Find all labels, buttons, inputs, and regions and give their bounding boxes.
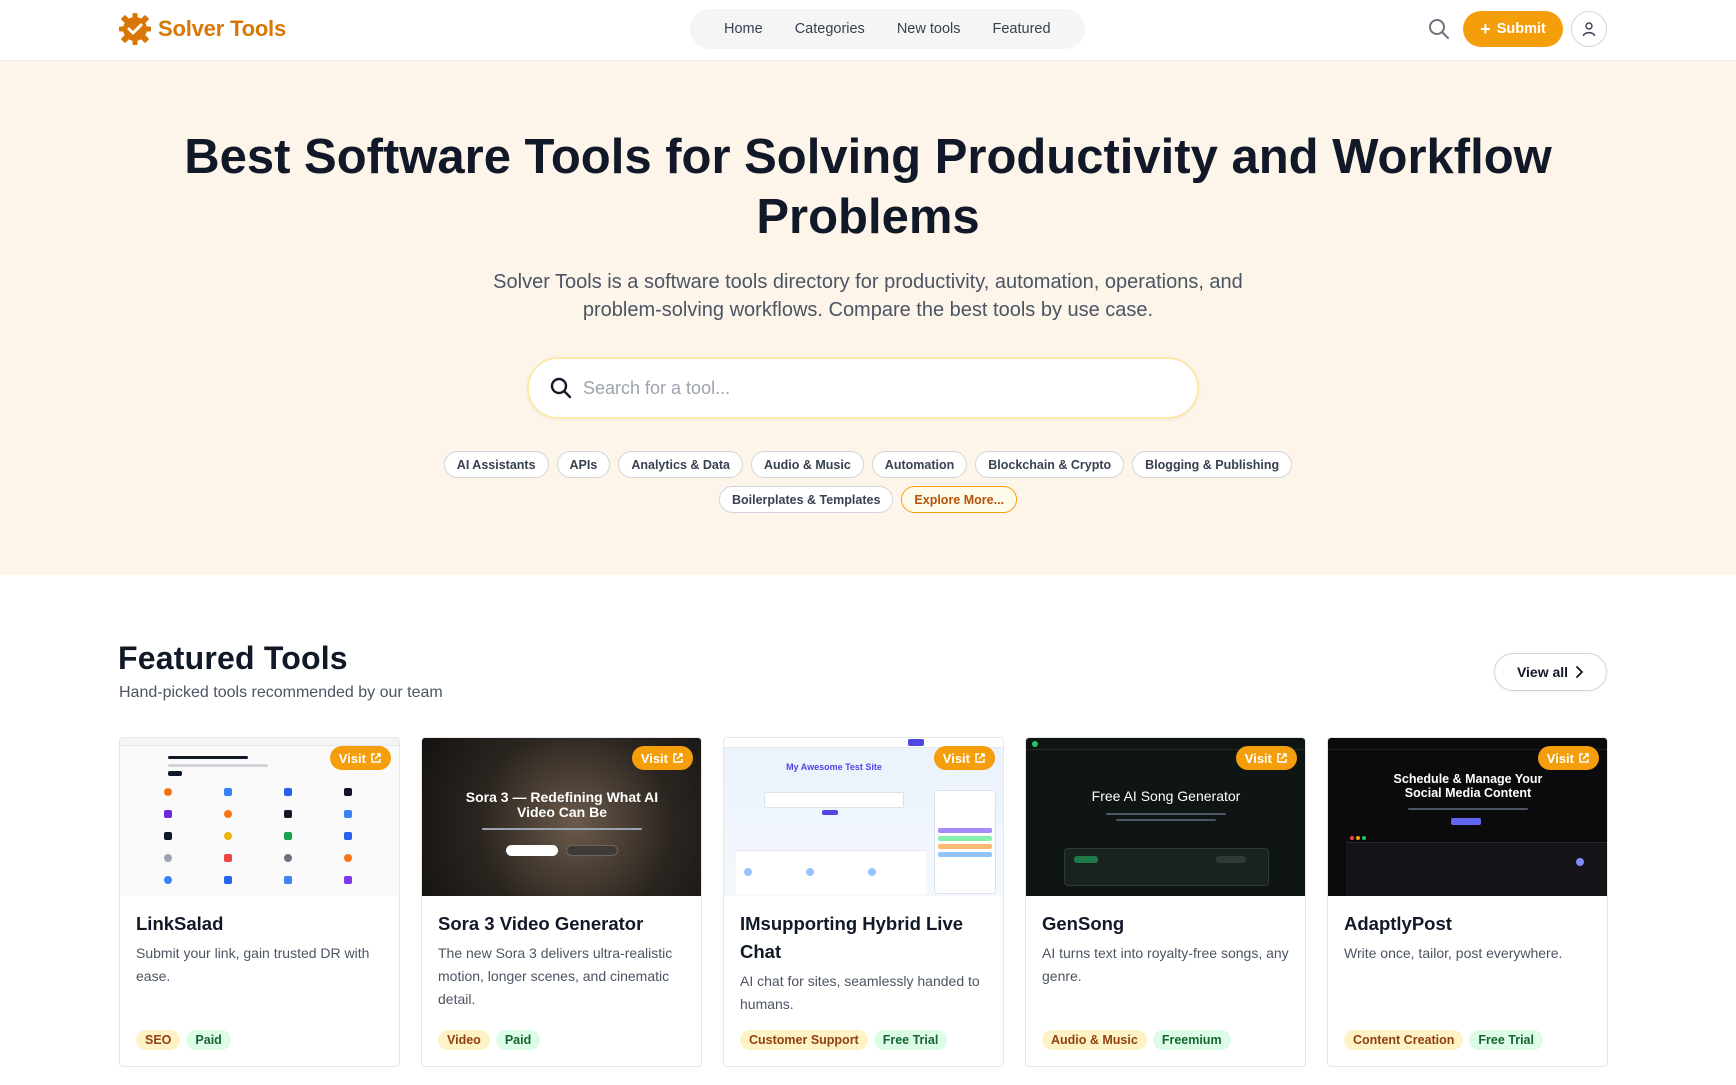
nav-categories[interactable]: Categories bbox=[779, 21, 881, 37]
tool-description: The new Sora 3 delivers ultra-realistic … bbox=[438, 945, 673, 1007]
tool-name[interactable]: IMsupporting Hybrid Live Chat bbox=[740, 910, 987, 966]
tool-screenshot: Schedule & Manage Your Social Media Cont… bbox=[1328, 738, 1607, 896]
tool-card[interactable]: Visit LinkSalad Submit your link, gain t… bbox=[119, 737, 400, 1067]
tool-card[interactable]: My Awesome Test Site Visit IMsupporting … bbox=[723, 737, 1004, 1067]
chip-automation[interactable]: Automation bbox=[871, 451, 968, 478]
pricing-tag: Free Trial bbox=[873, 1030, 948, 1050]
tool-card[interactable]: Schedule & Manage Your Social Media Cont… bbox=[1327, 737, 1608, 1067]
site-header: Solver Tools Home Categories New tools F… bbox=[0, 0, 1736, 61]
featured-title: Featured Tools bbox=[118, 640, 348, 676]
external-link-icon bbox=[1579, 753, 1589, 763]
category-tag[interactable]: Content Creation bbox=[1344, 1030, 1464, 1050]
visit-button[interactable]: Visit bbox=[933, 746, 995, 770]
category-chips: AI Assistants APIs Analytics & Data Audi… bbox=[0, 451, 1736, 521]
pricing-tag: Free Trial bbox=[1469, 1030, 1543, 1050]
hero-subtitle: Solver Tools is a software tools directo… bbox=[493, 271, 1243, 321]
featured-subtitle: Hand-picked tools recommended by our tea… bbox=[119, 684, 443, 701]
visit-label: Visit bbox=[1244, 750, 1272, 766]
featured-cards: Visit LinkSalad Submit your link, gain t… bbox=[119, 737, 1608, 1067]
gear-check-icon bbox=[119, 13, 151, 45]
tool-name[interactable]: Sora 3 Video Generator bbox=[438, 910, 685, 938]
user-account-button[interactable] bbox=[1571, 11, 1607, 47]
thumbnail-headline: My Awesome Test Site bbox=[786, 762, 882, 772]
view-all-button[interactable]: View all bbox=[1494, 653, 1607, 691]
visit-button[interactable]: Visit bbox=[1235, 746, 1297, 770]
view-all-label: View all bbox=[1516, 664, 1569, 680]
nav-new-tools[interactable]: New tools bbox=[881, 21, 977, 37]
search-icon bbox=[1429, 19, 1449, 39]
visit-button[interactable]: Visit bbox=[329, 746, 391, 770]
tool-card[interactable]: Sora 3 — Redefining What AI Video Can Be… bbox=[421, 737, 702, 1067]
category-tag[interactable]: Audio & Music bbox=[1042, 1030, 1147, 1050]
category-tag[interactable]: Customer Support bbox=[740, 1030, 868, 1050]
tool-description: Write once, tailor, post everywhere. bbox=[1344, 945, 1563, 961]
search-input[interactable] bbox=[583, 377, 1163, 399]
tool-description: AI chat for sites, seamlessly handed to … bbox=[740, 973, 980, 1012]
nav-home[interactable]: Home bbox=[708, 21, 779, 37]
pricing-tag: Paid bbox=[186, 1030, 231, 1050]
search-icon bbox=[550, 377, 572, 399]
chip-blockchain-crypto[interactable]: Blockchain & Crypto bbox=[975, 451, 1125, 478]
pricing-tag: Freemium bbox=[1152, 1030, 1231, 1050]
search-button[interactable] bbox=[1426, 16, 1452, 42]
visit-button[interactable]: Visit bbox=[631, 746, 693, 770]
external-link-icon bbox=[975, 753, 985, 763]
visit-button[interactable]: Visit bbox=[1537, 746, 1599, 770]
external-link-icon bbox=[673, 753, 683, 763]
chip-analytics-data[interactable]: Analytics & Data bbox=[618, 451, 743, 478]
thumbnail-headline: Schedule & Manage Your Social Media Cont… bbox=[1393, 772, 1543, 800]
tool-screenshot: My Awesome Test Site Visit bbox=[724, 738, 1003, 896]
brand-name: Solver Tools bbox=[158, 16, 286, 41]
submit-label: Submit bbox=[1496, 21, 1546, 37]
tool-screenshot: Visit bbox=[120, 738, 399, 896]
tool-screenshot: Sora 3 — Redefining What AI Video Can Be… bbox=[422, 738, 701, 896]
chevron-right-icon bbox=[1576, 666, 1584, 678]
chip-audio-music[interactable]: Audio & Music bbox=[750, 451, 864, 478]
hero-search-bar bbox=[527, 357, 1199, 419]
external-link-icon bbox=[1277, 753, 1287, 763]
visit-label: Visit bbox=[1546, 750, 1574, 766]
tool-description: AI turns text into royalty-free songs, a… bbox=[1042, 945, 1289, 984]
tool-name[interactable]: AdaptlyPost bbox=[1344, 910, 1591, 938]
external-link-icon bbox=[371, 753, 381, 763]
chip-apis[interactable]: APIs bbox=[556, 451, 611, 478]
tool-name[interactable]: LinkSalad bbox=[136, 910, 383, 938]
chip-explore-more[interactable]: Explore More... bbox=[901, 486, 1018, 513]
visit-label: Visit bbox=[640, 750, 668, 766]
thumbnail-headline: Free AI Song Generator bbox=[1091, 788, 1241, 804]
logo[interactable]: Solver Tools bbox=[118, 12, 286, 46]
chip-blogging-publishing[interactable]: Blogging & Publishing bbox=[1132, 451, 1293, 478]
pricing-tag: Paid bbox=[495, 1030, 541, 1050]
thumbnail-headline: Sora 3 — Redefining What AI Video Can Be bbox=[465, 789, 659, 820]
plus-icon: + bbox=[1480, 19, 1491, 39]
tool-card[interactable]: Free AI Song Generator Visit GenSong AI … bbox=[1025, 737, 1306, 1067]
tool-name[interactable]: GenSong bbox=[1042, 910, 1289, 938]
visit-label: Visit bbox=[338, 750, 366, 766]
hero-title: Best Software Tools for Solving Producti… bbox=[184, 130, 1552, 244]
user-icon bbox=[1582, 22, 1596, 37]
tool-screenshot: Free AI Song Generator Visit bbox=[1026, 738, 1305, 896]
category-tag[interactable]: Video bbox=[438, 1030, 490, 1050]
submit-button[interactable]: + Submit bbox=[1463, 11, 1563, 47]
visit-label: Visit bbox=[942, 750, 970, 766]
chip-ai-assistants[interactable]: AI Assistants bbox=[443, 451, 549, 478]
chip-boilerplates-templates[interactable]: Boilerplates & Templates bbox=[718, 486, 894, 513]
category-tag[interactable]: SEO bbox=[136, 1030, 181, 1050]
nav-featured[interactable]: Featured bbox=[976, 21, 1066, 37]
hero-section: Best Software Tools for Solving Producti… bbox=[0, 61, 1736, 575]
tool-description: Submit your link, gain trusted DR with e… bbox=[136, 945, 370, 984]
main-nav: Home Categories New tools Featured bbox=[690, 9, 1085, 49]
